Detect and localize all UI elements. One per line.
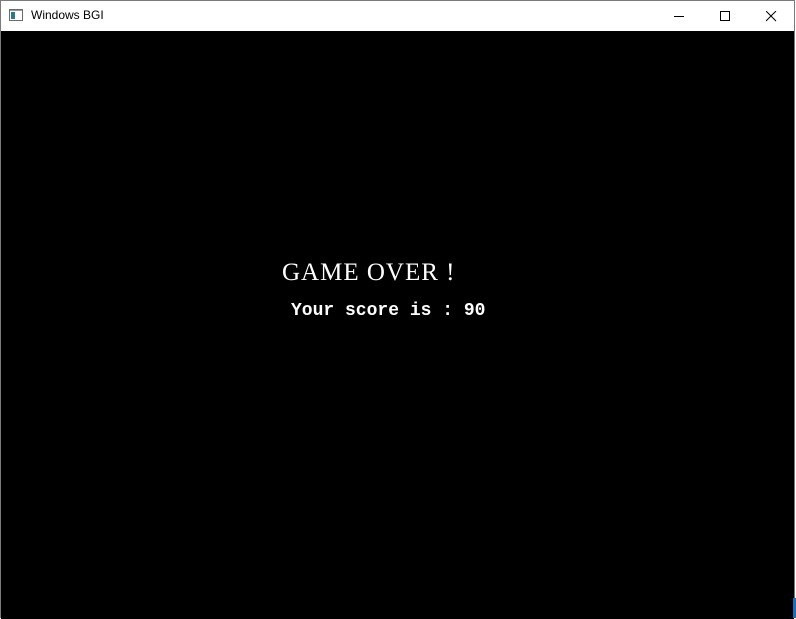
maximize-button[interactable] <box>702 1 748 31</box>
app-window: Windows BGI GAME OVER ! Your score is : … <box>0 0 795 619</box>
close-button[interactable] <box>748 1 794 31</box>
minimize-button[interactable] <box>656 1 702 31</box>
title-bar[interactable]: Windows BGI <box>1 1 794 31</box>
close-icon <box>766 11 777 22</box>
minimize-icon <box>674 16 684 17</box>
game-over-heading: GAME OVER ! <box>282 259 456 286</box>
score-text: Your score is : 90 <box>291 301 486 321</box>
maximize-icon <box>720 11 730 21</box>
window-title: Windows BGI <box>31 8 104 22</box>
app-icon[interactable] <box>9 9 23 21</box>
game-canvas[interactable]: GAME OVER ! Your score is : 90 <box>1 31 794 619</box>
